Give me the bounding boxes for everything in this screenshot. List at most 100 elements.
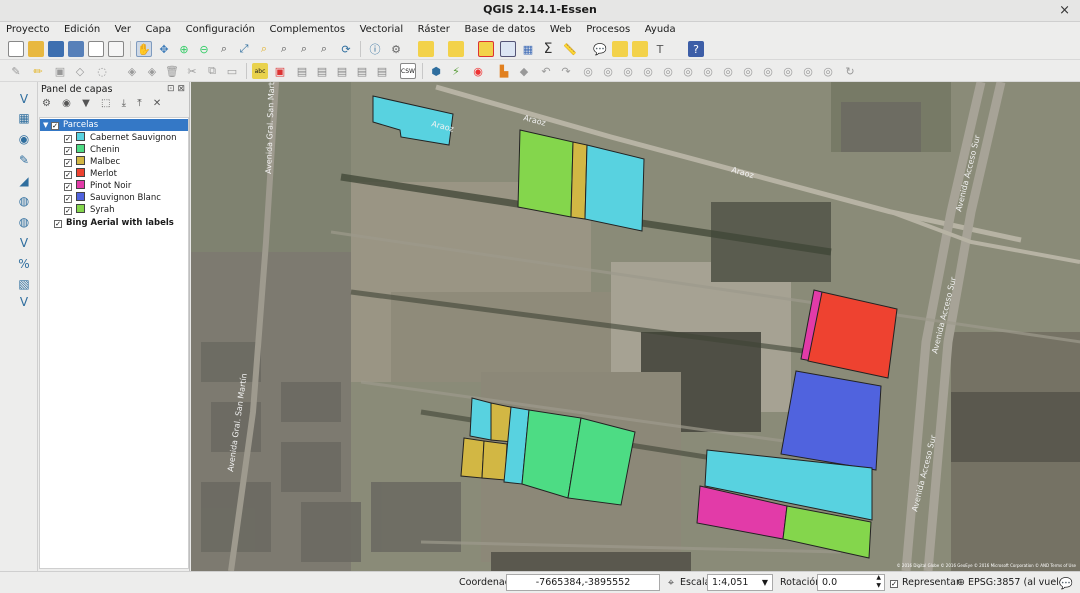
layer-style-icon[interactable]: ⚙ xyxy=(42,98,51,109)
layer-item[interactable]: ✓ Pinot Noir xyxy=(64,180,131,192)
menu-base-de-datos[interactable]: Base de datos xyxy=(458,23,540,35)
parcel-cabernet-sauvignon[interactable] xyxy=(469,397,492,441)
node-tool-icon[interactable]: ◈ xyxy=(124,63,140,79)
help-icon[interactable]: ? xyxy=(688,41,704,57)
field-calculator-icon[interactable]: ▦ xyxy=(520,41,536,57)
simplify-icon[interactable]: ◎ xyxy=(580,63,596,79)
panel-float-close-icon[interactable]: ⊡ ⊠ xyxy=(167,84,185,94)
zoom-last-icon[interactable]: ⌕ xyxy=(296,41,312,57)
split-features-icon[interactable]: ◎ xyxy=(740,63,756,79)
messages-icon[interactable]: 💬 xyxy=(1058,575,1074,591)
layer-item[interactable]: ✓ Chenin xyxy=(64,144,120,156)
parcel-syrah[interactable] xyxy=(517,129,574,218)
parcel-cabernet-sauvignon[interactable] xyxy=(584,144,645,232)
dropdown-arrow-icon[interactable]: ▼ xyxy=(762,575,768,590)
add-ring-icon[interactable]: ◎ xyxy=(600,63,616,79)
add-wfs-layer-icon[interactable]: V xyxy=(16,235,32,251)
visibility-icon[interactable]: ◉ xyxy=(62,98,71,109)
pan-map-icon[interactable]: ✋ xyxy=(136,41,152,57)
select-by-value-icon[interactable] xyxy=(448,41,464,57)
layer-checkbox[interactable]: ✓ xyxy=(64,171,72,179)
rotate-symbols-icon[interactable]: ◎ xyxy=(820,63,836,79)
close-icon[interactable]: × xyxy=(1059,3,1070,18)
csw-icon[interactable]: CSW xyxy=(400,63,416,79)
open-project-icon[interactable] xyxy=(28,41,44,57)
layer-item-basemap[interactable]: ✓ Bing Aerial with labels xyxy=(54,217,174,229)
new-bookmark-icon[interactable] xyxy=(612,41,628,57)
undo-icon[interactable]: ↶ xyxy=(538,63,554,79)
menu-raster[interactable]: Ráster xyxy=(412,23,455,35)
rotate-point-icon[interactable]: ◆ xyxy=(516,63,532,79)
add-spatialite-layer-icon[interactable]: ✎ xyxy=(16,152,32,168)
deselect-icon[interactable] xyxy=(478,41,494,57)
show-bookmarks-icon[interactable] xyxy=(632,41,648,57)
offset-curve-icon[interactable]: ◎ xyxy=(720,63,736,79)
collapse-all-icon[interactable]: ⤒ xyxy=(137,98,141,109)
save-as-icon[interactable] xyxy=(68,41,84,57)
menu-edicion[interactable]: Edición xyxy=(58,23,105,35)
add-virtual-layer-icon[interactable]: ▧ xyxy=(16,276,32,292)
add-mssql-layer-icon[interactable]: ◢ xyxy=(16,173,32,189)
expand-arrow-icon[interactable]: ▼ xyxy=(43,119,51,131)
offset-point-icon[interactable]: ↻ xyxy=(842,63,858,79)
parcel-malbec[interactable] xyxy=(481,440,508,481)
redo-icon[interactable]: ↷ xyxy=(558,63,574,79)
composer-manager-icon[interactable] xyxy=(108,41,124,57)
label-show-icon[interactable]: ▤ xyxy=(374,63,390,79)
parcel-malbec[interactable] xyxy=(460,437,485,479)
layer-checkbox[interactable]: ✓ xyxy=(64,183,72,191)
split-parts-icon[interactable]: ◎ xyxy=(760,63,776,79)
menu-proyecto[interactable]: Proyecto xyxy=(0,23,54,35)
zoom-next-icon[interactable]: ⌕ xyxy=(316,41,332,57)
refresh-icon[interactable]: ⟳ xyxy=(338,41,354,57)
crs-status[interactable]: ⊕ EPSG:3857 (al vuelo) xyxy=(957,577,1068,588)
zoom-native-icon[interactable]: ⌕ xyxy=(216,41,232,57)
parcel-sauvignon-blanc[interactable] xyxy=(780,370,882,471)
print-composer-icon[interactable] xyxy=(88,41,104,57)
menu-complementos[interactable]: Complementos xyxy=(264,23,351,35)
node-tool-2-icon[interactable]: ◈ xyxy=(144,63,160,79)
add-part-icon[interactable]: ◎ xyxy=(620,63,636,79)
label-highlight-icon[interactable]: ▤ xyxy=(294,63,310,79)
menu-ayuda[interactable]: Ayuda xyxy=(639,23,681,35)
processing-icon[interactable]: ⚡ xyxy=(448,63,464,79)
layer-checkbox[interactable]: ✓ xyxy=(54,220,62,228)
layer-checkbox[interactable]: ✓ xyxy=(64,207,72,215)
delete-selected-icon[interactable]: 🗑 xyxy=(164,63,180,79)
label-rotate-icon[interactable]: ▤ xyxy=(334,63,350,79)
layer-checkbox[interactable]: ✓ xyxy=(64,159,72,167)
parcel-malbec[interactable] xyxy=(570,141,588,220)
zoom-to-selection-icon[interactable]: ⌕ xyxy=(256,41,272,57)
save-project-icon[interactable] xyxy=(48,41,64,57)
spin-arrows-icon[interactable]: ▲ ▼ xyxy=(876,574,881,590)
globe-icon[interactable]: ◉ xyxy=(470,63,486,79)
statistics-icon[interactable]: Σ xyxy=(540,41,556,57)
graph-icon[interactable]: ▙ xyxy=(496,63,512,79)
new-project-icon[interactable] xyxy=(8,41,24,57)
attribute-table-icon[interactable] xyxy=(500,41,516,57)
move-feature-icon[interactable]: ◌ xyxy=(94,63,110,79)
scale-combo[interactable]: 1:4,051 ▼ xyxy=(707,574,773,591)
select-features-icon[interactable] xyxy=(418,41,434,57)
merge-features-icon[interactable]: ◎ xyxy=(780,63,796,79)
python-console-icon[interactable]: ⬢ xyxy=(428,63,444,79)
zoom-full-icon[interactable]: ⤢ xyxy=(236,41,252,57)
layer-item[interactable]: ✓ Syrah xyxy=(64,204,115,216)
filter-icon[interactable]: ▼ xyxy=(82,98,90,109)
zoom-in-icon[interactable]: ⊕ xyxy=(176,41,192,57)
action-icon[interactable]: ⚙ xyxy=(388,41,404,57)
label-change-icon[interactable]: ▤ xyxy=(354,63,370,79)
fill-ring-icon[interactable]: ◎ xyxy=(640,63,656,79)
add-vector-layer-icon[interactable]: V xyxy=(16,91,32,107)
menu-configuracion[interactable]: Configuración xyxy=(180,23,260,35)
layer-checkbox[interactable]: ✓ xyxy=(64,135,72,143)
layer-item[interactable]: ✓ Merlot xyxy=(64,168,117,180)
menu-vectorial[interactable]: Vectorial xyxy=(354,23,409,35)
new-shapefile-layer-icon[interactable]: V xyxy=(16,294,32,310)
delete-part-icon[interactable]: ◎ xyxy=(680,63,696,79)
zoom-out-icon[interactable]: ⊖ xyxy=(196,41,212,57)
merge-attributes-icon[interactable]: ◎ xyxy=(800,63,816,79)
label-move-icon[interactable]: ▤ xyxy=(314,63,330,79)
menu-web[interactable]: Web xyxy=(544,23,577,35)
layer-checkbox[interactable]: ✓ xyxy=(64,147,72,155)
